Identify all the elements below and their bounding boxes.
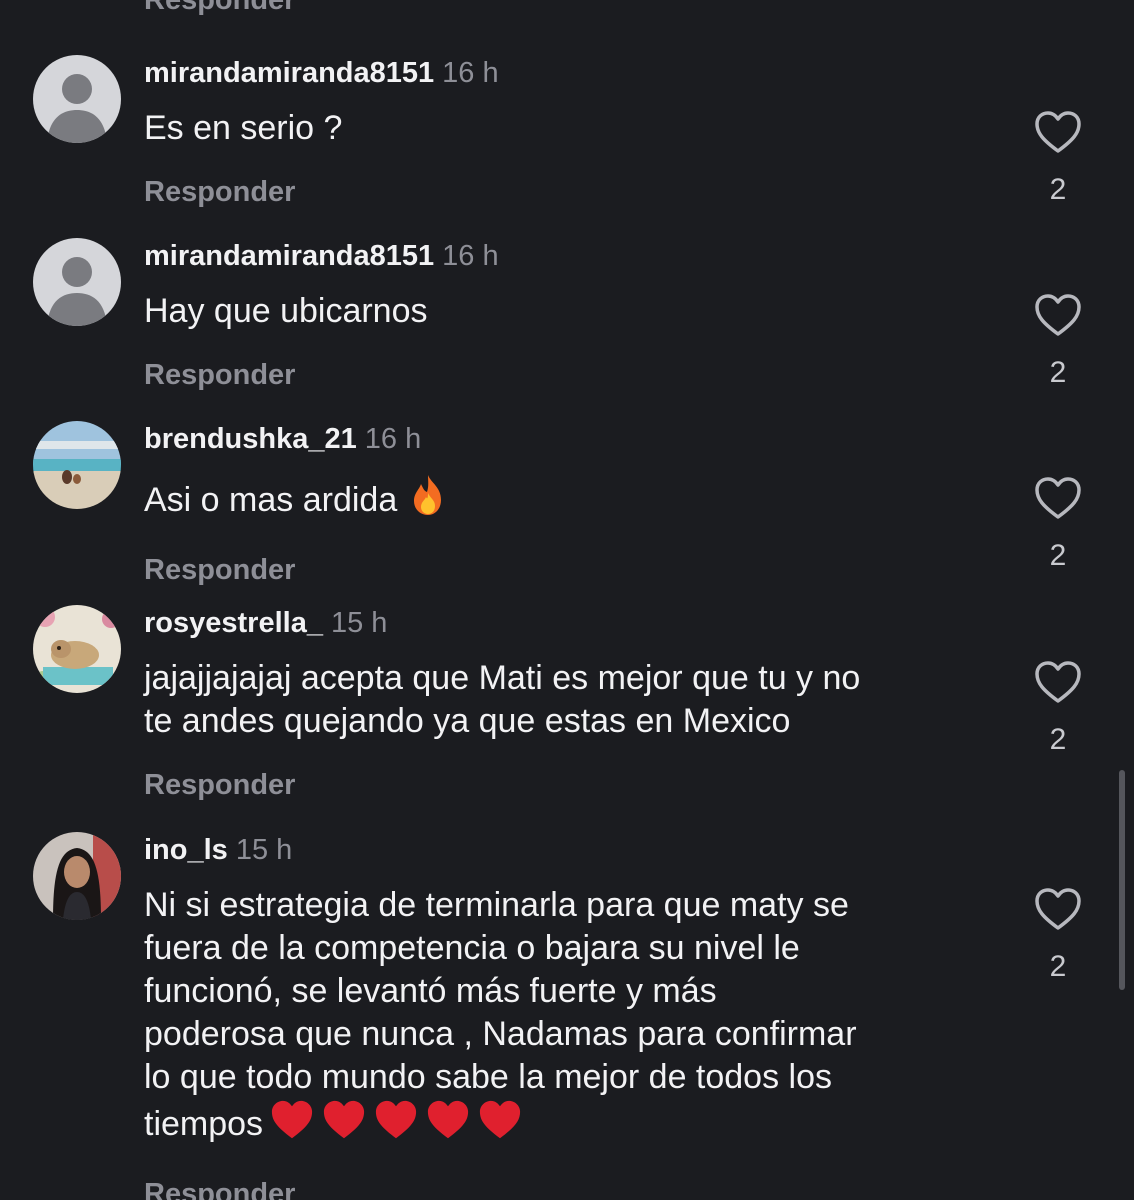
comment-body: brendushka_21 16 h Asi o mas ardida Respo… bbox=[144, 421, 994, 588]
comment-meta: mirandamiranda8151 16 h bbox=[144, 238, 994, 274]
comment-text-line: fuera de la competencia o bajara su nive… bbox=[144, 929, 800, 967]
timestamp: 15 h bbox=[330, 607, 388, 639]
avatar[interactable] bbox=[33, 421, 121, 509]
red-heart-emoji-icon bbox=[477, 1099, 523, 1152]
like-button[interactable]: 2 bbox=[1030, 659, 1086, 757]
comment-body: ino_ls 15 h Ni si estrategia de terminarl… bbox=[144, 832, 994, 1200]
username[interactable]: brendushka_21 bbox=[144, 423, 357, 455]
comment-text-line: funcionó, se levantó más fuerte y más bbox=[144, 972, 717, 1010]
heart-outline-icon bbox=[1035, 661, 1081, 703]
like-count: 2 bbox=[1049, 356, 1067, 389]
reply-button[interactable]: Responder bbox=[144, 552, 295, 588]
reply-button[interactable]: Responder bbox=[144, 767, 295, 803]
woman-photo-icon bbox=[33, 832, 121, 920]
reply-button[interactable]: Responder bbox=[144, 1176, 295, 1200]
beach-photo-icon bbox=[33, 421, 121, 509]
like-button[interactable]: 2 bbox=[1030, 475, 1086, 573]
comment-text: Hay que ubicarnos bbox=[144, 292, 428, 330]
username[interactable]: mirandamiranda8151 bbox=[144, 57, 434, 89]
reply-button[interactable]: Responder bbox=[144, 174, 295, 210]
comments-panel: Responder mirandamiranda8151 16 h Es en s… bbox=[0, 0, 1134, 1200]
default-avatar-icon bbox=[33, 55, 121, 143]
avatar[interactable] bbox=[33, 238, 121, 326]
like-count: 2 bbox=[1049, 539, 1067, 572]
avatar[interactable] bbox=[33, 55, 121, 143]
red-heart-emoji-icon bbox=[373, 1099, 419, 1152]
comment-body: rosyestrella_ 15 h jajajjajajaj acepta qu… bbox=[144, 605, 994, 803]
red-heart-emoji-icon bbox=[269, 1099, 315, 1152]
comment-text-line: tiempos bbox=[144, 1105, 264, 1143]
like-button[interactable]: 2 bbox=[1030, 886, 1086, 984]
comment-text-line: te andes quejando ya que estas en Mexico bbox=[144, 702, 791, 740]
avatar[interactable] bbox=[33, 832, 121, 920]
avatar[interactable] bbox=[33, 605, 121, 693]
reply-button[interactable]: Responder bbox=[144, 357, 295, 393]
comment-meta: rosyestrella_ 15 h bbox=[144, 605, 994, 641]
red-heart-emoji-icon bbox=[425, 1099, 471, 1152]
heart-outline-icon bbox=[1035, 888, 1081, 930]
red-heart-emoji-icon bbox=[321, 1099, 367, 1152]
like-button[interactable]: 2 bbox=[1030, 109, 1086, 207]
comment-body: mirandamiranda8151 16 h Hay que ubicarnos… bbox=[144, 238, 994, 393]
comment-text-line: jajajjajajaj acepta que Mati es mejor qu… bbox=[144, 659, 861, 697]
heart-outline-icon bbox=[1035, 477, 1081, 519]
timestamp: 15 h bbox=[235, 834, 293, 866]
comment-text-line: Ni si estrategia de terminarla para que … bbox=[144, 886, 849, 924]
timestamp: 16 h bbox=[442, 240, 499, 272]
comment-meta: brendushka_21 16 h bbox=[144, 421, 994, 457]
scrollbar[interactable] bbox=[1119, 770, 1125, 990]
comment-text-line: lo que todo mundo sabe la mejor de todos… bbox=[144, 1058, 833, 1096]
default-avatar-icon bbox=[33, 238, 121, 326]
heart-outline-icon bbox=[1035, 111, 1081, 153]
timestamp: 16 h bbox=[442, 57, 499, 89]
comment-text: Ni si estrategia de terminarla para que … bbox=[144, 884, 984, 1152]
comment-meta: mirandamiranda8151 16 h bbox=[144, 55, 994, 91]
timestamp: 16 h bbox=[364, 423, 422, 455]
username[interactable]: rosyestrella_ bbox=[144, 607, 323, 639]
username[interactable]: ino_ls bbox=[144, 834, 228, 866]
comment-text: Es en serio ? bbox=[144, 109, 343, 147]
comment-text-content: Asi o mas ardida bbox=[144, 481, 398, 519]
dog-photo-icon bbox=[33, 605, 121, 693]
comment-text: jajajjajajaj acepta que Mati es mejor qu… bbox=[144, 657, 984, 743]
fire-emoji-icon bbox=[407, 473, 449, 528]
like-count: 2 bbox=[1049, 173, 1067, 206]
comment-text-line: poderosa que nunca , Nadamas para confir… bbox=[144, 1015, 857, 1053]
comment-meta: ino_ls 15 h bbox=[144, 832, 994, 868]
heart-outline-icon bbox=[1035, 294, 1081, 336]
comment-body: mirandamiranda8151 16 h Es en serio ? Res… bbox=[144, 55, 994, 210]
like-count: 2 bbox=[1049, 723, 1067, 756]
reply-button[interactable]: Responder bbox=[144, 0, 295, 17]
comment-text: Asi o mas ardida bbox=[144, 473, 984, 528]
like-button[interactable]: 2 bbox=[1030, 292, 1086, 390]
username[interactable]: mirandamiranda8151 bbox=[144, 240, 434, 272]
comment-text-line-last: tiempos bbox=[144, 1099, 984, 1152]
like-count: 2 bbox=[1049, 950, 1067, 983]
